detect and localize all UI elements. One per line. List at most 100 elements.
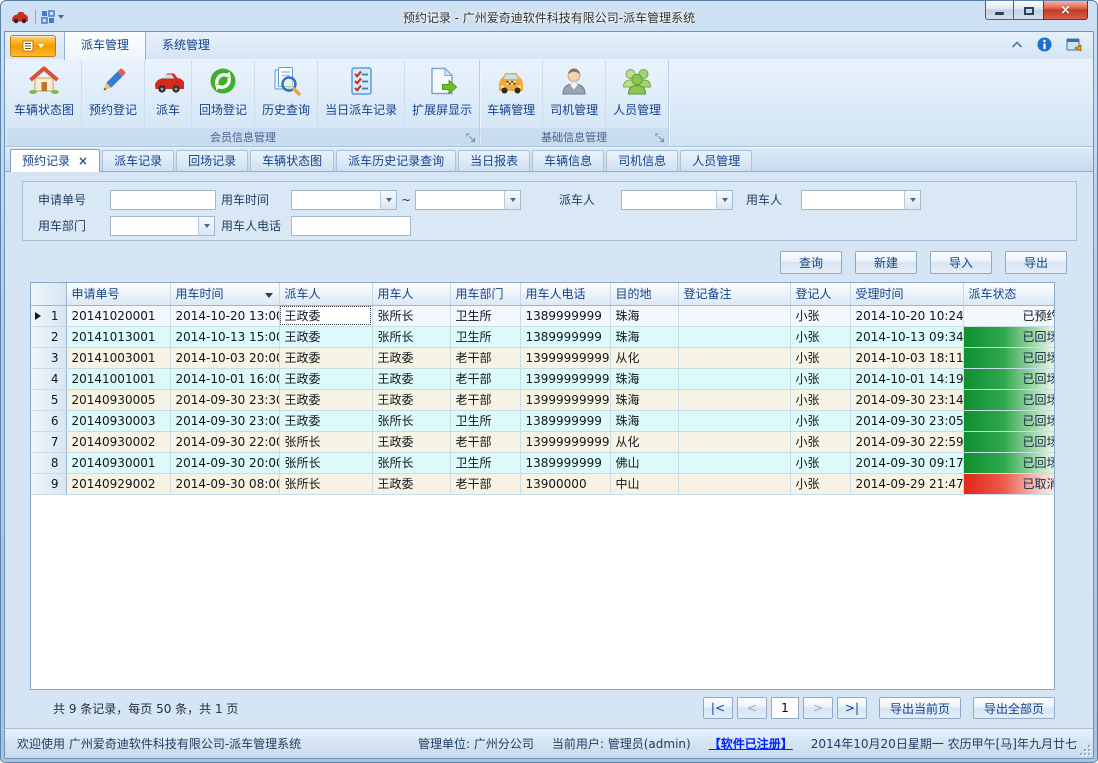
row-indicator-header[interactable] <box>31 283 66 305</box>
ribbon-button-checklist[interactable]: 当日派车记录 <box>317 60 404 128</box>
ribbon-button-house[interactable]: 车辆状态图 <box>7 60 81 128</box>
cell-用车时间[interactable]: 2014-09-30 22:00 <box>170 431 279 452</box>
doc-tab-5[interactable]: 派车历史记录查询 <box>336 150 456 171</box>
car-user-combo[interactable] <box>801 190 921 210</box>
combo-dropdown-button[interactable] <box>380 191 396 209</box>
dispatch-status-cell[interactable]: 已取消 <box>963 473 1055 494</box>
cell-受理时间[interactable]: 2014-09-30 22:59 <box>850 431 963 452</box>
ribbon-button-taxi[interactable]: 车辆管理 <box>480 60 542 128</box>
cell-受理时间[interactable]: 2014-10-20 10:24 <box>850 305 963 326</box>
column-header-9[interactable]: 登记人 <box>790 283 850 305</box>
row-indicator-cell[interactable]: 1 <box>31 305 66 326</box>
cell-派车人[interactable]: 王政委 <box>279 326 372 347</box>
cell-目的地[interactable]: 珠海 <box>610 389 678 410</box>
cell-目的地[interactable]: 珠海 <box>610 368 678 389</box>
cell-派车人[interactable]: 王政委 <box>279 368 372 389</box>
cell-受理时间[interactable]: 2014-10-13 09:34 <box>850 326 963 347</box>
cell-用车人[interactable]: 王政委 <box>372 347 450 368</box>
column-header-1[interactable]: 申请单号 <box>66 283 170 305</box>
cell-用车人[interactable]: 张所长 <box>372 410 450 431</box>
dialog-launcher-icon[interactable] <box>655 133 665 143</box>
row-indicator-cell[interactable]: 3 <box>31 347 66 368</box>
cell-登记人[interactable]: 小张 <box>790 473 850 494</box>
export-button[interactable]: 导出 <box>1005 251 1067 274</box>
ribbon-button-history[interactable]: 历史查询 <box>254 60 317 128</box>
column-header-6[interactable]: 用车人电话 <box>520 283 610 305</box>
column-header-8[interactable]: 登记备注 <box>678 283 790 305</box>
cell-申请单号[interactable]: 20141013001 <box>66 326 170 347</box>
next-page-button[interactable]: > <box>803 697 833 719</box>
cell-用车时间[interactable]: 2014-09-30 23:00 <box>170 410 279 431</box>
page-number-input[interactable] <box>771 697 799 719</box>
ribbon-button-people[interactable]: 人员管理 <box>605 60 668 128</box>
cell-目的地[interactable]: 从化 <box>610 347 678 368</box>
cell-目的地[interactable]: 佛山 <box>610 452 678 473</box>
tab-close-icon[interactable]: × <box>78 154 88 168</box>
minimize-button[interactable] <box>985 1 1014 20</box>
cell-申请单号[interactable]: 20141020001 <box>66 305 170 326</box>
row-indicator-cell[interactable]: 6 <box>31 410 66 431</box>
cell-受理时间[interactable]: 2014-10-03 18:11 <box>850 347 963 368</box>
row-indicator-cell[interactable]: 8 <box>31 452 66 473</box>
row-indicator-cell[interactable]: 5 <box>31 389 66 410</box>
table-row[interactable]: 7201409300022014-09-30 22:00张所长王政委老干部139… <box>31 431 1055 452</box>
cell-目的地[interactable]: 珠海 <box>610 326 678 347</box>
cell-用车部门[interactable]: 老干部 <box>450 473 520 494</box>
cell-用车人电话[interactable]: 13999999999 <box>520 431 610 452</box>
doc-tab-4[interactable]: 车辆状态图 <box>250 150 334 171</box>
cell-用车人电话[interactable]: 13900000 <box>520 473 610 494</box>
dispatch-status-cell[interactable]: 已回场 <box>963 410 1055 431</box>
cell-派车人[interactable]: 张所长 <box>279 452 372 473</box>
cell-受理时间[interactable]: 2014-09-30 23:14 <box>850 389 963 410</box>
cell-用车时间[interactable]: 2014-10-20 13:00 <box>170 305 279 326</box>
cell-用车人[interactable]: 张所长 <box>372 305 450 326</box>
license-link[interactable]: 【软件已注册】 <box>709 735 793 752</box>
cell-用车人电话[interactable]: 1389999999 <box>520 410 610 431</box>
use-time-to-combo[interactable] <box>415 190 521 210</box>
cell-申请单号[interactable]: 20140930003 <box>66 410 170 431</box>
table-row[interactable]: 2201410130012014-10-13 15:00王政委张所长卫生所138… <box>31 326 1055 347</box>
cell-受理时间[interactable]: 2014-09-30 09:17 <box>850 452 963 473</box>
cell-用车人[interactable]: 张所长 <box>372 452 450 473</box>
doc-tab-3[interactable]: 回场记录 <box>176 150 248 171</box>
table-row[interactable]: 5201409300052014-09-30 23:30王政委王政委老干部139… <box>31 389 1055 410</box>
doc-tab-1[interactable]: 预约记录× <box>10 149 100 172</box>
prev-page-button[interactable]: < <box>737 697 767 719</box>
cell-用车人[interactable]: 王政委 <box>372 431 450 452</box>
cell-派车人[interactable]: 王政委 <box>279 389 372 410</box>
cell-用车部门[interactable]: 卫生所 <box>450 452 520 473</box>
column-header-3[interactable]: 派车人 <box>279 283 372 305</box>
cell-用车人[interactable]: 王政委 <box>372 473 450 494</box>
ribbon-button-pencil[interactable]: 预约登记 <box>81 60 144 128</box>
ribbon-button-driver[interactable]: 司机管理 <box>542 60 605 128</box>
cell-派车人[interactable]: 张所长 <box>279 431 372 452</box>
cell-目的地[interactable]: 珠海 <box>610 305 678 326</box>
doc-tab-8[interactable]: 司机信息 <box>606 150 678 171</box>
cell-登记备注[interactable] <box>678 305 790 326</box>
ribbon-button-car[interactable]: 派车 <box>144 60 191 128</box>
doc-tab-7[interactable]: 车辆信息 <box>532 150 604 171</box>
application-menu-button[interactable] <box>10 35 56 57</box>
cell-用车人电话[interactable]: 1389999999 <box>520 326 610 347</box>
cell-用车部门[interactable]: 老干部 <box>450 389 520 410</box>
cell-用车人电话[interactable]: 13999999999 <box>520 347 610 368</box>
table-row[interactable]: 3201410030012014-10-03 20:00王政委王政委老干部139… <box>31 347 1055 368</box>
dispatch-status-cell[interactable]: 已回场 <box>963 326 1055 347</box>
cell-目的地[interactable]: 从化 <box>610 431 678 452</box>
cell-派车人[interactable]: 王政委 <box>279 410 372 431</box>
ribbon-button-screen[interactable]: 扩展屏显示 <box>404 60 479 128</box>
combo-dropdown-button[interactable] <box>904 191 920 209</box>
cell-登记人[interactable]: 小张 <box>790 431 850 452</box>
application-no-input[interactable] <box>110 190 216 210</box>
row-indicator-cell[interactable]: 2 <box>31 326 66 347</box>
cell-登记备注[interactable] <box>678 473 790 494</box>
cell-登记人[interactable]: 小张 <box>790 347 850 368</box>
cell-登记备注[interactable] <box>678 389 790 410</box>
dispatch-status-cell[interactable]: 已预约 <box>963 305 1055 326</box>
cell-登记人[interactable]: 小张 <box>790 326 850 347</box>
column-header-10[interactable]: 受理时间 <box>850 283 963 305</box>
import-button[interactable]: 导入 <box>930 251 992 274</box>
cell-派车人[interactable]: 王政委 <box>279 305 372 326</box>
cell-用车部门[interactable]: 卫生所 <box>450 326 520 347</box>
dispatch-status-cell[interactable]: 已回场 <box>963 368 1055 389</box>
